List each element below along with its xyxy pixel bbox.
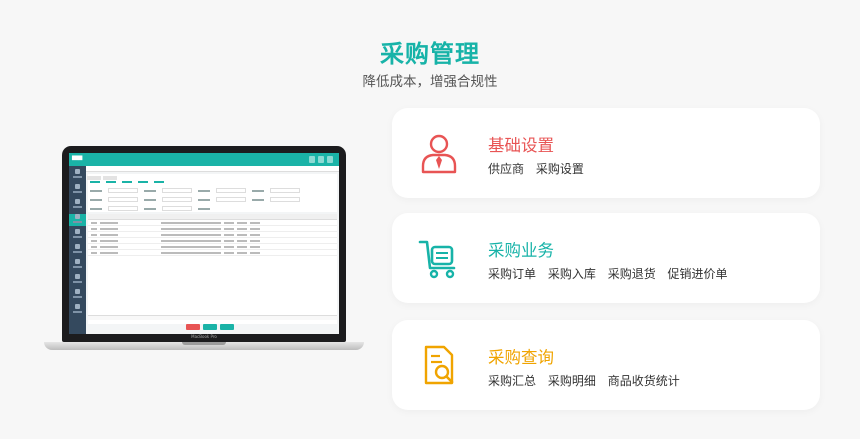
card-items: 采购汇总 采购明细 商品收货统计	[488, 372, 688, 389]
sidebar-item	[69, 289, 86, 301]
card-item-link[interactable]: 采购设置	[536, 162, 584, 176]
document-search-icon	[424, 345, 454, 385]
page-subtitle: 降低成本，增强合规性	[362, 74, 498, 90]
notification-icon	[309, 156, 315, 163]
laptop-model-label: MacBook Pro	[191, 334, 217, 339]
card-item-link[interactable]: 采购入库	[548, 267, 596, 281]
app-main	[86, 166, 339, 334]
laptop-notch	[182, 342, 226, 345]
card-purchase-query: 采购查询 采购汇总 采购明细 商品收货统计	[392, 320, 820, 410]
menu-icon	[327, 156, 333, 163]
card-item-link[interactable]: 商品收货统计	[608, 374, 680, 388]
card-item-link[interactable]: 采购订单	[488, 267, 536, 281]
sidebar-item	[69, 169, 86, 181]
laptop-lid: ▇▇▇	[62, 146, 346, 342]
card-items: 供应商 采购设置	[488, 160, 592, 177]
app-tabbar	[86, 166, 339, 180]
card-item-link[interactable]: 促销进价单	[668, 267, 728, 281]
card-item-link[interactable]: 采购退货	[608, 267, 656, 281]
sidebar-item	[69, 259, 86, 271]
page-title: 采购管理	[380, 40, 480, 68]
app-screenshot: ▇▇▇	[69, 153, 339, 334]
app-logo: ▇▇▇	[72, 156, 83, 161]
card-items: 采购订单 采购入库 采购退货 促销进价单	[488, 265, 736, 282]
card-title: 基础设置	[488, 136, 554, 155]
app-sidebar	[69, 166, 86, 334]
card-title: 采购业务	[488, 241, 554, 260]
card-purchase-business: 采购业务 采购订单 采购入库 采购退货 促销进价单	[392, 213, 820, 303]
sidebar-item	[69, 199, 86, 211]
sidebar-item-active	[69, 214, 86, 226]
app-header-bar: ▇▇▇	[69, 153, 339, 166]
sidebar-item	[69, 304, 86, 316]
card-basic-settings: 基础设置 供应商 采购设置	[392, 108, 820, 198]
card-title: 采购查询	[488, 348, 554, 367]
user-tie-icon	[421, 134, 457, 174]
user-icon	[318, 156, 324, 163]
order-form	[88, 174, 337, 212]
app-action-buttons	[186, 324, 234, 330]
sidebar-item	[69, 229, 86, 241]
card-item-link[interactable]: 供应商	[488, 162, 524, 176]
sidebar-item	[69, 244, 86, 256]
card-item-link[interactable]: 采购明细	[548, 374, 596, 388]
order-grid	[88, 214, 337, 324]
laptop-mockup: ▇▇▇ MacBook Pro	[44, 146, 364, 358]
shopping-cart-icon	[418, 240, 456, 279]
sidebar-item	[69, 274, 86, 286]
sidebar-item	[69, 184, 86, 196]
card-item-link[interactable]: 采购汇总	[488, 374, 536, 388]
